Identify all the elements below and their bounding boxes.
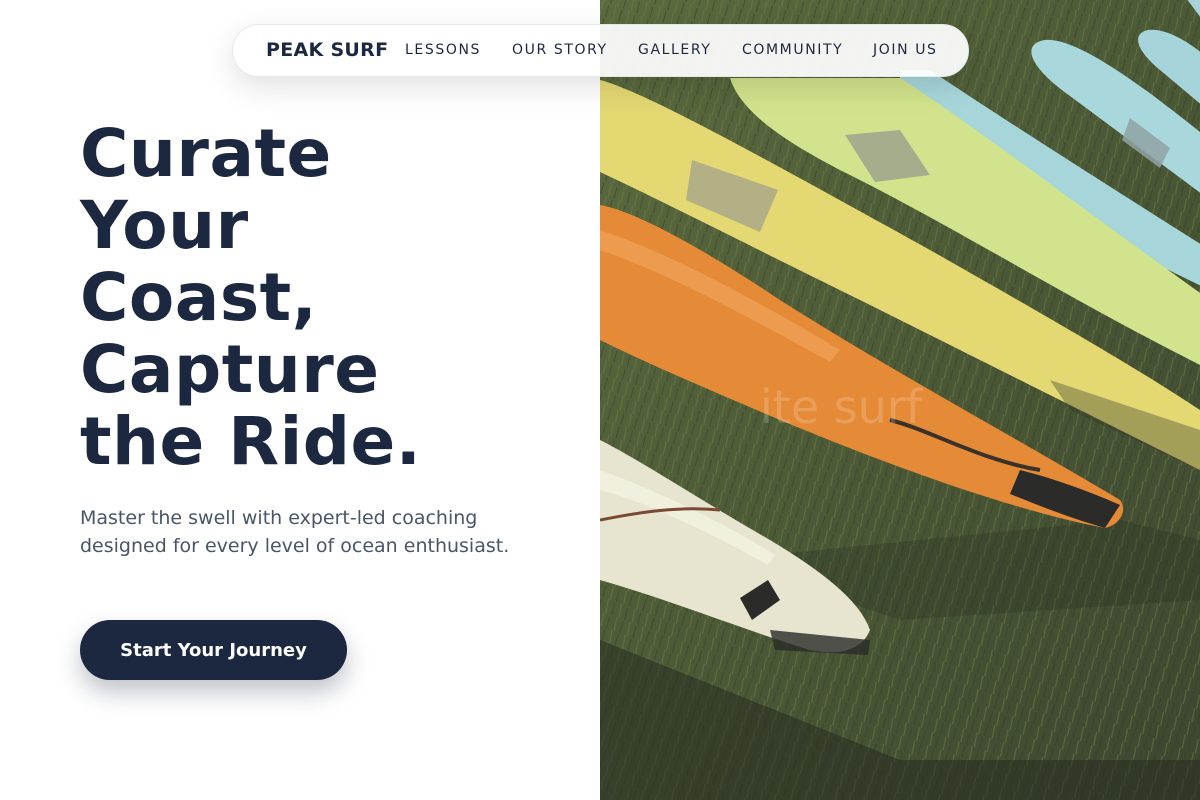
hero-title-line: the Ride. [80,403,422,480]
start-journey-button[interactable]: Start Your Journey [80,620,347,680]
top-navigation: PEAK SURF LESSONS OUR STORY GALLERY COMM… [232,24,969,77]
nav-link-gallery[interactable]: GALLERY [638,42,711,58]
hero-content: Curate Your Coast, Capture the Ride. Mas… [0,0,600,800]
nav-link-community[interactable]: COMMUNITY [742,42,843,58]
hero-title-line: Your [80,187,249,264]
brand-logo[interactable]: PEAK SURF [266,39,388,61]
nav-link-our-story[interactable]: OUR STORY [512,42,608,58]
hero-title-line: Curate [80,115,332,192]
image-watermark: ite surf [760,380,922,434]
hero-image-surfboards: ite surf [600,0,1200,800]
nav-link-lessons[interactable]: LESSONS [405,42,481,58]
hero-title: Curate Your Coast, Capture the Ride. [80,118,421,478]
hero-title-line: Capture [80,331,380,408]
hero-subtitle: Master the swell with expert-led coachin… [80,507,510,557]
hero-title-line: Coast, [80,259,318,336]
nav-link-join-us[interactable]: JOIN US [873,42,938,58]
